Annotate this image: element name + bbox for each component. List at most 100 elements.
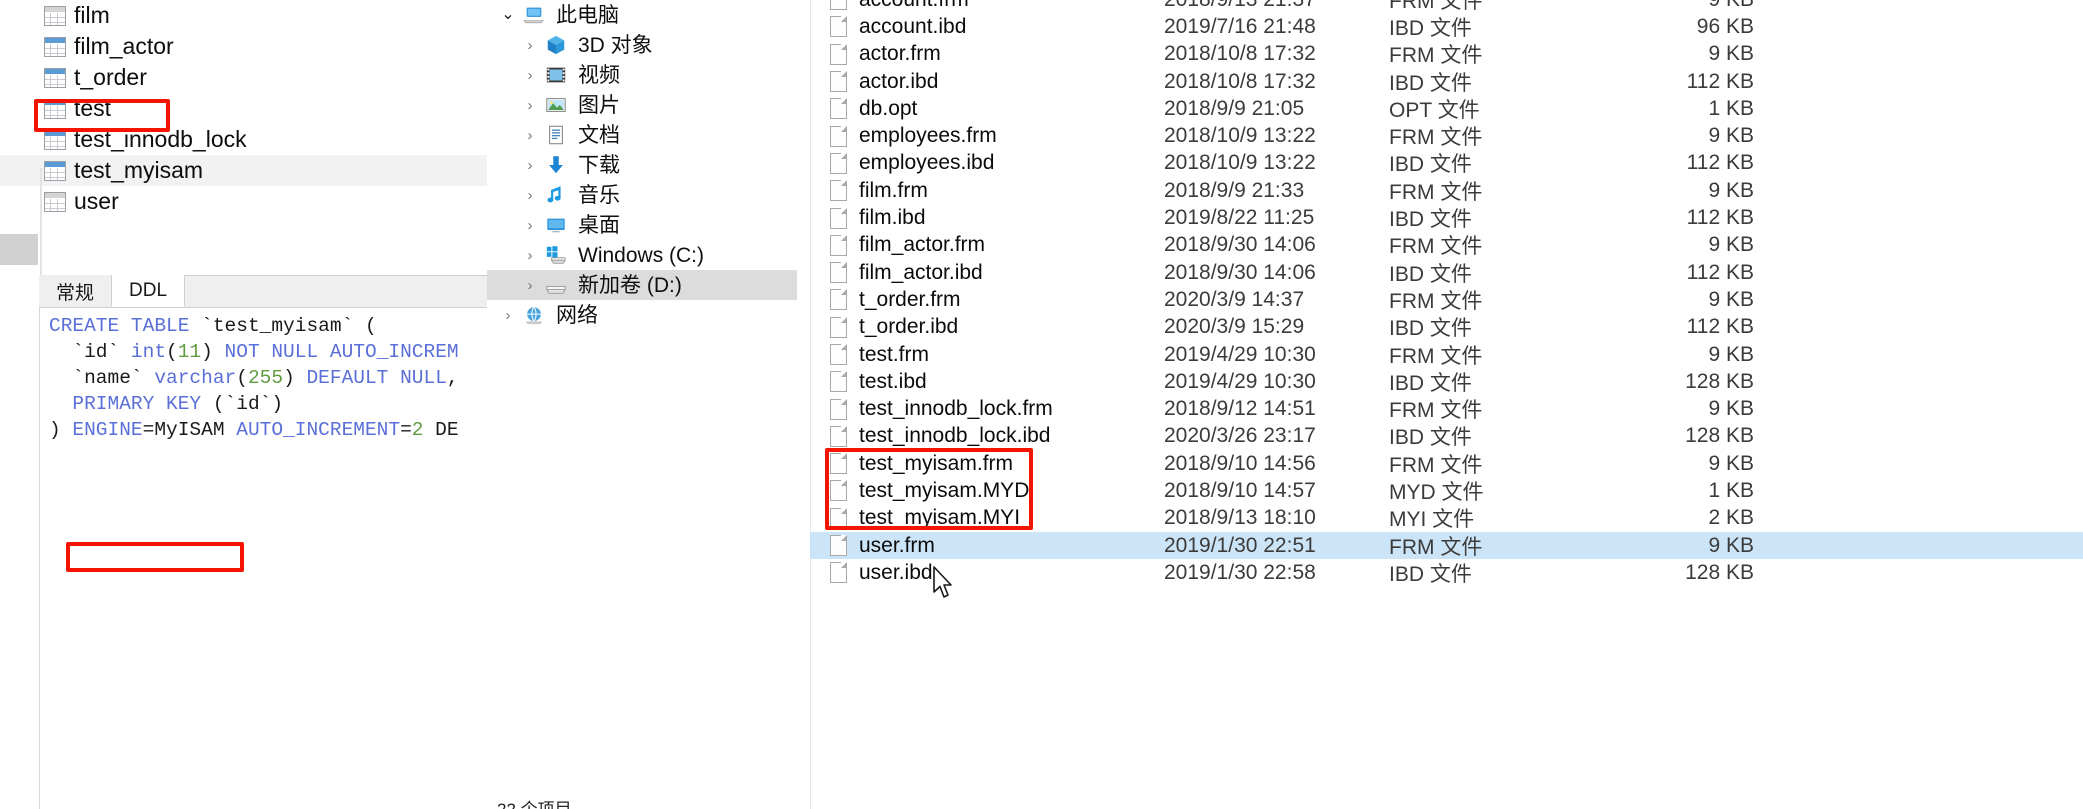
nav-tree-item[interactable]: › 视频 (487, 60, 797, 90)
file-name: db.opt (859, 96, 918, 120)
chevron-right-icon[interactable]: › (517, 158, 543, 173)
nav-tree-item[interactable]: › 音乐 (487, 180, 797, 210)
file-type: FRM 文件 (1389, 235, 1483, 259)
file-modified-date: 2018/9/9 21:33 (1164, 178, 1305, 202)
chevron-right-icon[interactable]: › (495, 308, 521, 323)
file-row[interactable]: db.opt 2018/9/9 21:05 OPT 文件 1 KB (810, 95, 2083, 122)
file-row[interactable]: test_myisam.MYD 2018/9/10 14:57 MYD 文件 1 KB (810, 477, 2083, 504)
file-size: 112 KB (1686, 315, 1754, 339)
file-row[interactable]: film.ibd 2019/8/22 11:25 IBD 文件 112 KB (810, 204, 2083, 231)
file-icon (830, 262, 847, 284)
file-type: FRM 文件 (1389, 289, 1483, 313)
file-icon (830, 371, 847, 393)
chevron-down-icon[interactable]: ⌄ (495, 7, 521, 23)
table-icon (44, 5, 66, 26)
file-modified-date: 2018/10/9 13:22 (1164, 124, 1316, 148)
file-modified-date: 2018/9/13 18:10 (1164, 506, 1316, 530)
file-type: IBD 文件 (1389, 426, 1472, 450)
file-icon (830, 71, 847, 93)
file-size: 128 KB (1685, 560, 1754, 584)
file-name: employees.ibd (859, 151, 995, 175)
cube-icon (543, 34, 569, 56)
file-modified-date: 2019/4/29 10:30 (1164, 369, 1316, 393)
file-modified-date: 2019/8/22 11:25 (1164, 206, 1315, 230)
tab-ddl[interactable]: DDL (111, 275, 186, 307)
file-name: test_myisam.frm (859, 451, 1014, 475)
nav-tree-item[interactable]: › 下载 (487, 150, 797, 180)
nav-tree-item[interactable]: › 桌面 (487, 210, 797, 240)
file-size: 9 KB (1708, 533, 1754, 557)
nav-tree-item-label: 图片 (578, 93, 620, 117)
chevron-right-icon[interactable]: › (517, 278, 543, 293)
file-row[interactable]: test_myisam.MYI 2018/9/13 18:10 MYI 文件 2 KB (810, 505, 2083, 532)
nav-tree-item[interactable]: › 网络 (487, 300, 797, 330)
picture-icon (543, 94, 569, 116)
nav-tree-item[interactable]: ⌄ 此电脑 (487, 0, 797, 30)
music-icon (543, 184, 569, 206)
file-row[interactable]: account.ibd 2019/7/16 21:48 IBD 文件 96 KB (810, 13, 2083, 40)
nav-tree-item-label: 桌面 (578, 213, 620, 237)
file-row[interactable]: film_actor.ibd 2018/9/30 14:06 IBD 文件 112 K… (810, 259, 2083, 286)
network-icon (521, 304, 547, 326)
file-row[interactable]: test.ibd 2019/4/29 10:30 IBD 文件 128 KB (810, 368, 2083, 395)
file-name: film.frm (859, 178, 928, 202)
chevron-right-icon[interactable]: › (517, 188, 543, 203)
file-row[interactable]: test_innodb_lock.ibd 2020/3/26 23:17 IBD 文… (810, 423, 2083, 450)
nav-tree-item[interactable]: › 新加卷 (D:) (487, 270, 797, 300)
nav-tree-item[interactable]: › Windows (C:) (487, 240, 797, 270)
nav-tree-item-label: Windows (C:) (578, 243, 705, 267)
chevron-right-icon[interactable]: › (517, 218, 543, 233)
file-size: 9 KB (1708, 233, 1754, 257)
file-type: IBD 文件 (1389, 208, 1472, 232)
file-row[interactable]: t_order.ibd 2020/3/9 15:29 IBD 文件 112 KB (810, 314, 2083, 341)
db-table-label: test_myisam (74, 157, 204, 183)
nav-tree-item[interactable]: › 图片 (487, 90, 797, 120)
chevron-right-icon[interactable]: › (517, 98, 543, 113)
file-row[interactable]: actor.frm 2018/10/8 17:32 FRM 文件 9 KB (810, 41, 2083, 68)
drive-win-icon (543, 244, 569, 266)
file-row[interactable]: film.frm 2018/9/9 21:33 FRM 文件 9 KB (810, 177, 2083, 204)
file-row[interactable]: film_actor.frm 2018/9/30 14:06 FRM 文件 9 KB (810, 232, 2083, 259)
file-row[interactable]: test_myisam.frm 2018/9/10 14:56 FRM 文件 9 KB (810, 450, 2083, 477)
chevron-right-icon[interactable]: › (517, 38, 543, 53)
file-modified-date: 2018/10/8 17:32 (1164, 42, 1316, 66)
file-name: employees.frm (859, 124, 997, 148)
file-row[interactable]: employees.frm 2018/10/9 13:22 FRM 文件 9 KB (810, 122, 2083, 149)
file-row[interactable]: user.ibd 2019/1/30 22:58 IBD 文件 128 KB (810, 559, 2083, 586)
chevron-right-icon[interactable]: › (517, 68, 543, 83)
chevron-right-icon[interactable]: › (517, 248, 543, 263)
file-list-panel: account.frm2018/9/13 21:37FRM 文件9 KBacco… (810, 0, 2083, 809)
file-icon (830, 535, 847, 557)
file-name: film_actor.ibd (859, 260, 983, 284)
file-row[interactable]: actor.ibd 2018/10/8 17:32 IBD 文件 112 KB (810, 68, 2083, 95)
file-row[interactable]: employees.ibd 2018/10/9 13:22 IBD 文件 112 KB (810, 150, 2083, 177)
file-modified-date: 2018/9/10 14:56 (1164, 451, 1316, 475)
table-icon (44, 67, 66, 88)
left-edge-tab-stub[interactable] (0, 234, 38, 265)
file-name: test_innodb_lock.frm (859, 397, 1053, 421)
file-modified-date: 2020/3/26 23:17 (1164, 424, 1316, 448)
file-modified-date: 2018/10/8 17:32 (1164, 69, 1316, 93)
file-icon (830, 98, 847, 120)
file-type: FRM 文件 (1389, 44, 1483, 68)
file-type: MYD 文件 (1389, 481, 1484, 504)
nav-tree-item-label: 音乐 (578, 183, 620, 207)
table-icon (44, 98, 66, 119)
file-row[interactable]: t_order.frm 2020/3/9 14:37 FRM 文件 9 KB (810, 286, 2083, 313)
file-icon (830, 562, 847, 584)
file-size: 112 KB (1686, 260, 1754, 284)
file-row[interactable]: test.frm 2019/4/29 10:30 FRM 文件 9 KB (810, 341, 2083, 368)
nav-tree-item[interactable]: › 文档 (487, 120, 797, 150)
file-name: film.ibd (859, 206, 926, 230)
file-row[interactable]: user.frm 2019/1/30 22:51 FRM 文件 9 KB (810, 531, 2083, 560)
file-modified-date: 2019/1/30 22:51 (1164, 533, 1316, 557)
db-table-label: test (74, 95, 112, 121)
file-list: account.frm2018/9/13 21:37FRM 文件9 KBacco… (810, 0, 2083, 587)
tab-general[interactable]: 常规 (39, 275, 112, 307)
file-type: IBD 文件 (1389, 317, 1472, 341)
file-icon (830, 152, 847, 174)
file-name: test_myisam.MYD (859, 478, 1030, 502)
chevron-right-icon[interactable]: › (517, 128, 543, 143)
file-row[interactable]: test_innodb_lock.frm 2018/9/12 14:51 FRM 文… (810, 395, 2083, 422)
nav-tree-item[interactable]: › 3D 对象 (487, 30, 797, 60)
